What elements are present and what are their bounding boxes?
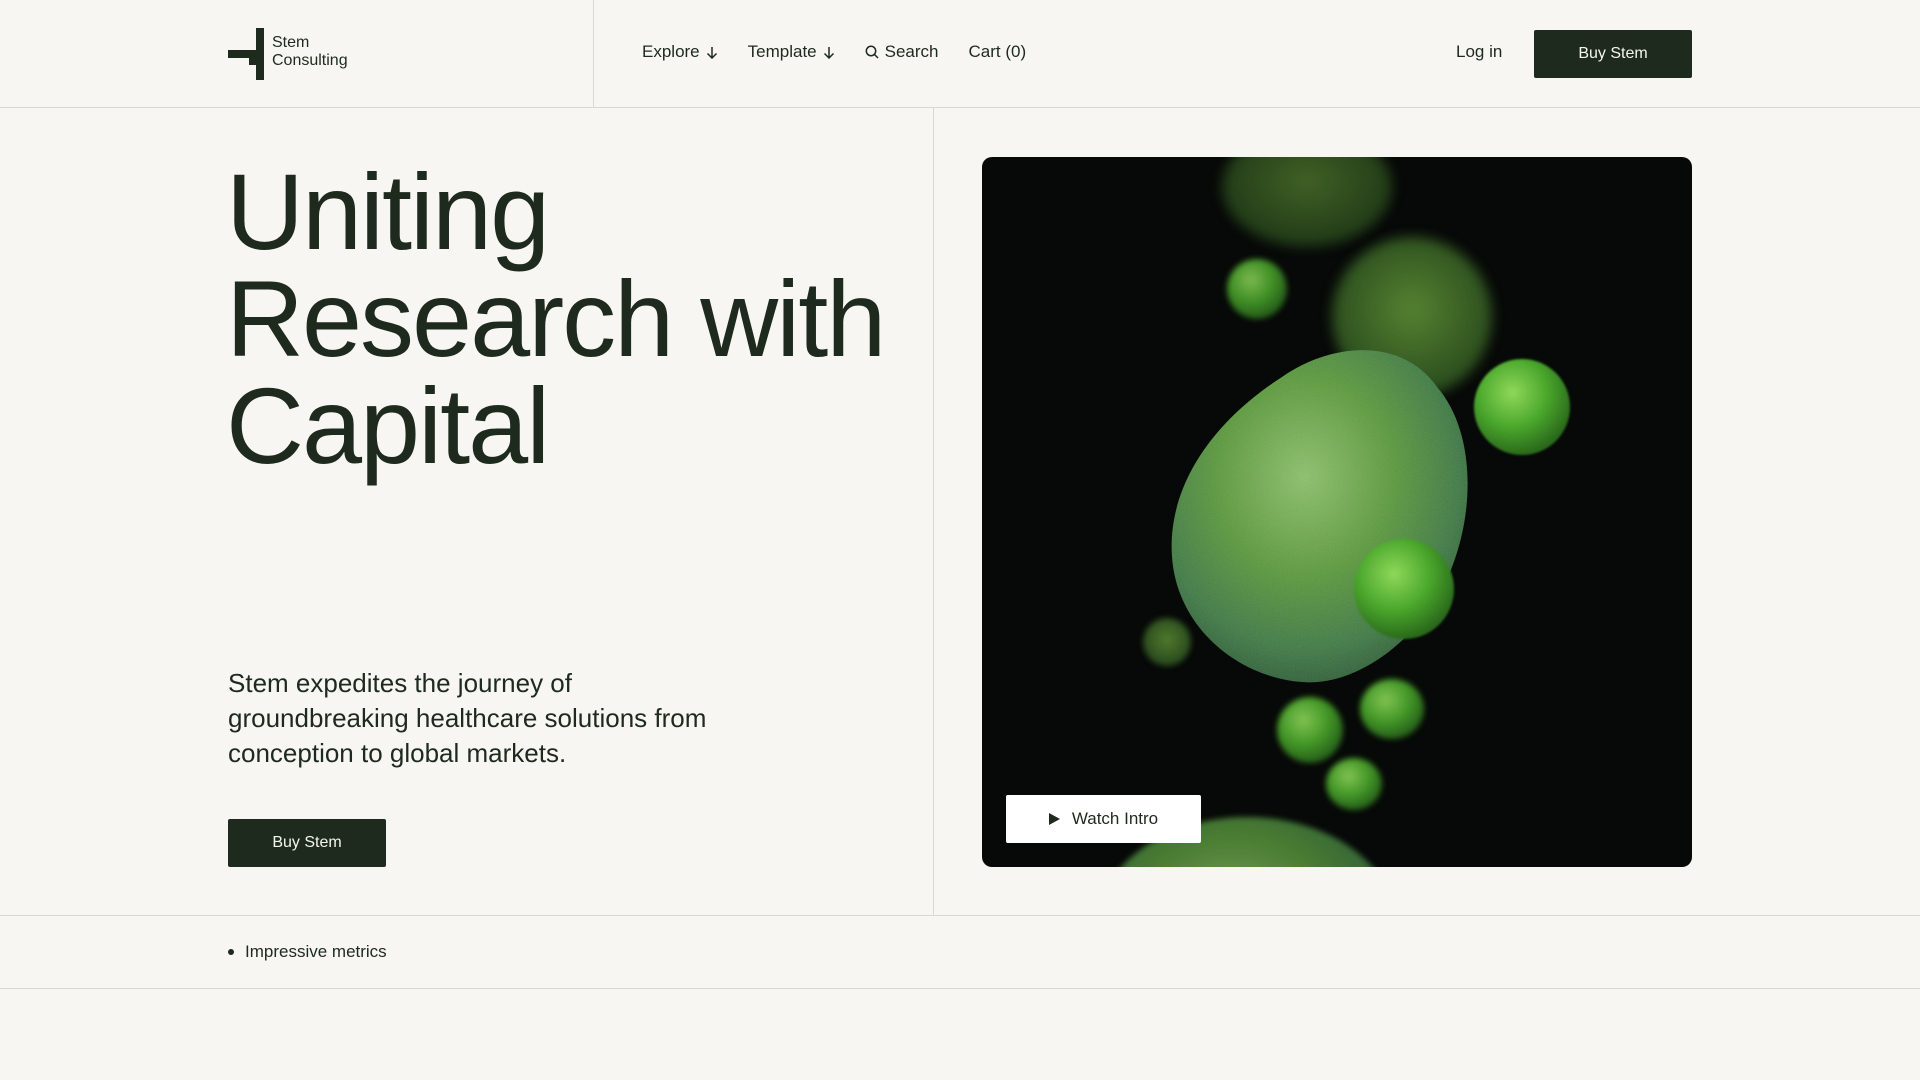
hero-title-line2: Research with: [226, 258, 886, 379]
hero-video[interactable]: Watch Intro: [982, 157, 1692, 867]
header-divider: [593, 0, 594, 108]
brand-logo[interactable]: Stem Consulting: [228, 28, 388, 80]
cells-illustration: [1121, 157, 1570, 867]
metrics-heading: Impressive metrics: [228, 942, 387, 962]
nav-explore-label: Explore: [642, 42, 700, 61]
main-nav: Explore Template Search Cart (0): [642, 42, 1026, 62]
brand-name-line1: Stem: [272, 34, 310, 51]
metrics-bar: Impressive metrics: [0, 915, 1920, 989]
nav-template[interactable]: Template: [748, 42, 835, 62]
search-icon: [865, 45, 879, 59]
watch-intro-label: Watch Intro: [1071, 809, 1159, 828]
nav-search-label: Search: [884, 42, 939, 61]
logo-mark-icon: [228, 28, 264, 80]
metrics-label: Impressive metrics: [245, 942, 387, 961]
brand-name: Stem Consulting: [272, 34, 348, 70]
site-header: Stem Consulting Explore Template Search …: [0, 0, 1920, 108]
arrow-down-icon: [706, 46, 717, 59]
header-buy-button[interactable]: Buy Stem: [1534, 30, 1692, 78]
brand-name-line2: Consulting: [272, 52, 348, 69]
hero-buy-button[interactable]: Buy Stem: [228, 819, 386, 867]
hero-divider: [933, 108, 934, 915]
hero-subtitle: Stem expedites the journey of groundbrea…: [228, 668, 707, 768]
bullet-icon: [228, 949, 234, 955]
hero-title-line1: Uniting: [226, 151, 550, 272]
arrow-down-icon: [823, 46, 834, 59]
play-icon: [1048, 813, 1060, 825]
nav-explore[interactable]: Explore: [642, 42, 718, 62]
nav-search[interactable]: Search: [865, 42, 939, 62]
hero-title: Uniting Research with Capital: [226, 151, 926, 486]
watch-intro-button[interactable]: Watch Intro: [1006, 795, 1201, 843]
nav-template-label: Template: [747, 42, 817, 61]
hero-title-line3: Capital: [226, 365, 550, 486]
nav-cart-label: Cart (0): [968, 42, 1027, 61]
login-link[interactable]: Log in: [1456, 42, 1502, 62]
nav-cart[interactable]: Cart (0): [969, 42, 1027, 62]
